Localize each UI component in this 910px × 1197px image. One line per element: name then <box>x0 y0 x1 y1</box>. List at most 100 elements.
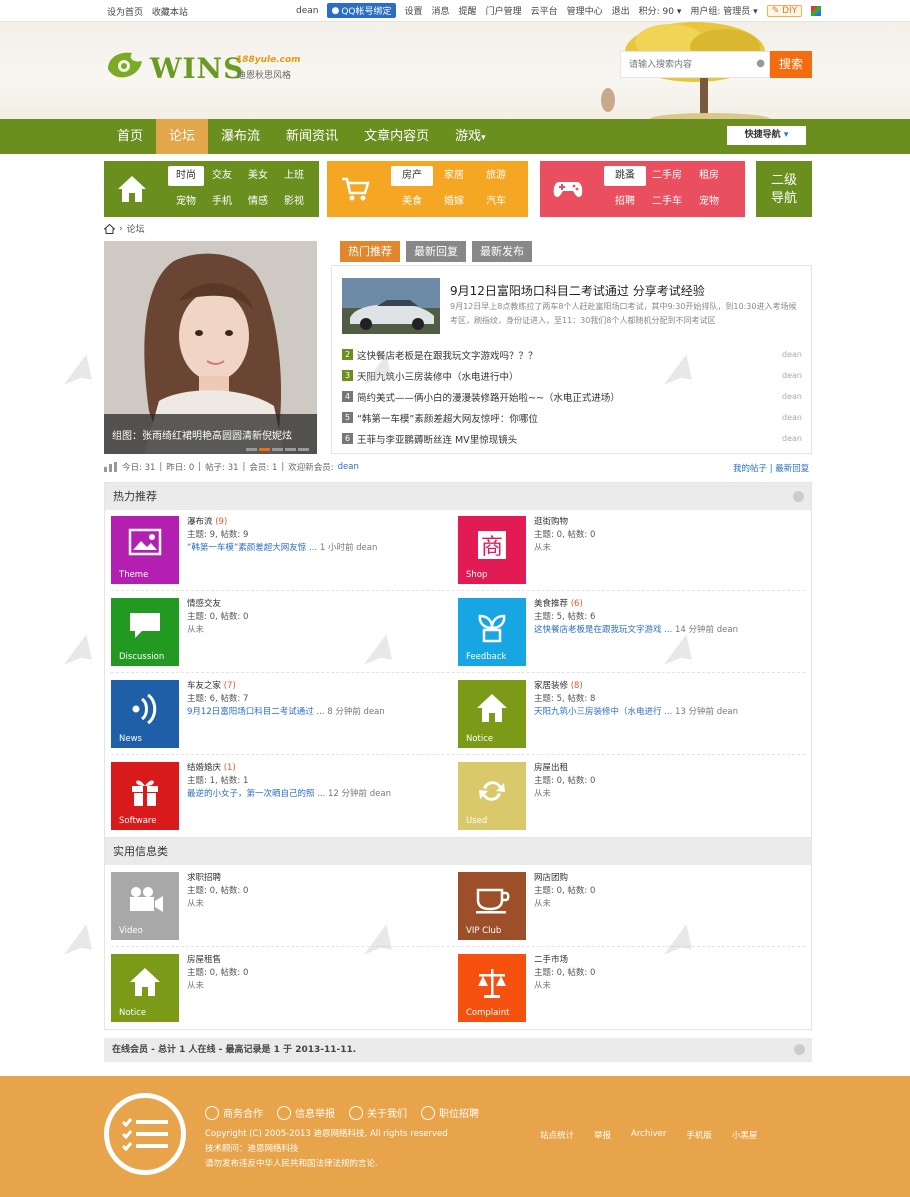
forum-icon-tile[interactable]: News <box>111 680 179 748</box>
nav-item-home[interactable]: 首页 <box>104 119 156 154</box>
slide-dot[interactable] <box>285 448 296 451</box>
list-item-title[interactable]: 简约美式——俩小白的漫漫装修路开始啦~~（水电正式进场） <box>357 390 620 404</box>
list-item[interactable]: 3 天阳九筑小三房装修中（水电进行中） dean <box>342 365 802 386</box>
list-item-author[interactable]: dean <box>782 434 802 443</box>
forum-item[interactable]: 商 Shop 逛街购物 主题: 0, 帖数: 0 从未 <box>458 516 788 584</box>
breadcrumb-current[interactable]: 论坛 <box>127 222 145 235</box>
secondary-nav-button[interactable]: 二级 导航 <box>756 161 812 217</box>
nav-item-waterfall[interactable]: 瀑布流 <box>208 119 273 154</box>
forum-name[interactable]: 求职招聘 <box>187 873 221 883</box>
forum-item[interactable]: Discussion 情感交友 主题: 0, 帖数: 0 从未 <box>111 598 441 666</box>
subnav-link-cars[interactable]: 汽车 <box>475 192 517 212</box>
footer-link-blacklist[interactable]: 小黑屋 <box>732 1129 758 1141</box>
subnav-link-beauty[interactable]: 美女 <box>240 166 276 186</box>
list-item-author[interactable]: dean <box>782 350 802 359</box>
forum-item[interactable]: Video 求职招聘 主题: 0, 帖数: 0 从未 <box>111 872 441 940</box>
forum-item[interactable]: Used 房屋出租 主题: 0, 帖数: 0 从未 <box>458 762 788 830</box>
section-title[interactable]: 实用信息类 <box>113 845 168 858</box>
forum-item[interactable]: Notice 房屋租售 主题: 0, 帖数: 0 从未 <box>111 954 441 1022</box>
search-button[interactable]: 搜索 <box>770 51 812 78</box>
my-posts-link[interactable]: 我的帖子 <box>733 464 767 474</box>
username-link[interactable]: dean <box>296 6 318 16</box>
forum-last-post-link[interactable]: 最逆的小女子，第一次晒自己的照 ... <box>187 789 325 799</box>
subnav-link-travel[interactable]: 旅游 <box>475 166 517 186</box>
tab-latest-replies[interactable]: 最新回复 <box>406 241 466 262</box>
microphone-icon[interactable]: ● <box>756 58 765 69</box>
topbar-link-logout[interactable]: 退出 <box>612 4 630 17</box>
section-title[interactable]: 热力推荐 <box>113 490 157 503</box>
usergroup-dropdown[interactable]: 用户组: 管理员 ▾ <box>690 4 757 17</box>
online-summary[interactable]: 在线会员 - 总计 1 人在线 - 最高记录是 1 于 2013-11-11. <box>112 1045 356 1055</box>
nav-item-article[interactable]: 文章内容页 <box>351 119 442 154</box>
list-item-title[interactable]: 这快餐店老板是在跟我玩文字游戏吗？？？ <box>357 348 538 362</box>
forum-name[interactable]: 结婚婚庆 <box>187 763 221 773</box>
forum-name[interactable]: 逛街购物 <box>534 517 568 527</box>
forum-name[interactable]: 房屋出租 <box>534 763 568 773</box>
subnav-link-food[interactable]: 美食 <box>391 192 433 212</box>
forum-last-post-link[interactable]: “韩第一车模”素颜差超大网友惊 ... <box>187 543 317 553</box>
subnav-link-flea[interactable]: 跳蚤 <box>604 166 646 186</box>
list-item[interactable]: 5 “韩第一车模”素颜差超大网友惊呼：你哪位 dean <box>342 407 802 428</box>
search-input[interactable] <box>621 52 751 77</box>
palette-icon[interactable] <box>811 5 822 16</box>
footer-link-about[interactable]: 关于我们 <box>349 1105 407 1120</box>
subnav-link-emotion[interactable]: 情感 <box>240 192 276 212</box>
footer-link-report-2[interactable]: 举报 <box>594 1129 611 1141</box>
forum-name[interactable]: 家居装修 <box>534 681 568 691</box>
slideshow[interactable]: 组图：张雨绮红裙明艳高圆圆清新倪妮炫 <box>104 241 317 454</box>
nav-item-news[interactable]: 新闻资讯 <box>273 119 351 154</box>
slide-dot[interactable] <box>298 448 309 451</box>
forum-icon-tile[interactable]: Video <box>111 872 179 940</box>
forum-last-post-link[interactable]: 天阳九筑小三房装修中（水电进行 ... <box>534 707 672 717</box>
subnav-link-phone[interactable]: 手机 <box>204 192 240 212</box>
subnav-link-pets[interactable]: 宠物 <box>168 192 204 212</box>
footer-link-jobs[interactable]: 职位招聘 <box>421 1105 479 1120</box>
featured-title[interactable]: 9月12日富阳场口科目二考试通过 分享考试经验 <box>450 282 705 299</box>
subnav-link-rent[interactable]: 租房 <box>688 166 730 186</box>
list-item-author[interactable]: dean <box>782 392 802 401</box>
forum-name[interactable]: 情感交友 <box>187 599 221 609</box>
forum-item[interactable]: Feedback 美食推荐 (6) 主题: 5, 帖数: 6 这快餐店老板是在跟我玩文… <box>458 598 788 666</box>
subnav-link-dating[interactable]: 交友 <box>204 166 240 186</box>
list-item-title[interactable]: “韩第一车模”素颜差超大网友惊呼：你哪位 <box>357 411 538 425</box>
forum-icon-tile[interactable]: Theme <box>111 516 179 584</box>
list-item-author[interactable]: dean <box>782 371 802 380</box>
footer-link-stats[interactable]: 站点统计 <box>540 1129 574 1141</box>
topbar-link-reminders[interactable]: 提醒 <box>459 4 477 17</box>
subnav-link-used-house[interactable]: 二手房 <box>646 166 688 186</box>
subnav-link-fashion[interactable]: 时尚 <box>168 166 204 186</box>
points-dropdown[interactable]: 积分: 90 ▾ <box>639 4 682 17</box>
featured-thumbnail[interactable] <box>342 278 440 334</box>
list-item-title[interactable]: 王菲与李亚鹏薅断丝连 MV里惊现镜头 <box>357 432 517 446</box>
collapse-icon[interactable] <box>793 491 804 502</box>
home-icon[interactable] <box>104 223 115 234</box>
forum-item[interactable]: Complaint 二手市场 主题: 0, 帖数: 0 从未 <box>458 954 788 1022</box>
topbar-link-cloud[interactable]: 云平台 <box>531 4 558 17</box>
subnav-link-wedding[interactable]: 婚嫁 <box>433 192 475 212</box>
forum-item[interactable]: Notice 家居装修 (8) 主题: 5, 帖数: 8 天阳九筑小三房装修中（水电进… <box>458 680 788 748</box>
forum-name[interactable]: 瀑布流 <box>187 517 213 527</box>
forum-name[interactable]: 网店团购 <box>534 873 568 883</box>
forum-item[interactable]: Theme 瀑布流 (9) 主题: 9, 帖数: 9 “韩第一车模”素颜差超大网友惊 … <box>111 516 441 584</box>
subnav-link-pets-2[interactable]: 宠物 <box>688 192 730 212</box>
subnav-link-realestate[interactable]: 房产 <box>391 166 433 186</box>
list-item[interactable]: 4 简约美式——俩小白的漫漫装修路开始啦~~（水电正式进场） dean <box>342 386 802 407</box>
subnav-link-work[interactable]: 上班 <box>276 166 312 186</box>
bookmark-link[interactable]: 收藏本站 <box>152 8 188 18</box>
subnav-link-home[interactable]: 家居 <box>433 166 475 186</box>
nav-item-forum[interactable]: 论坛 <box>156 119 209 154</box>
forum-name[interactable]: 车友之家 <box>187 681 221 691</box>
subnav-link-jobs[interactable]: 招聘 <box>604 192 646 212</box>
forum-name[interactable]: 二手市场 <box>534 955 568 965</box>
footer-link-archiver[interactable]: Archiver <box>631 1129 666 1141</box>
topbar-link-messages[interactable]: 消息 <box>432 4 450 17</box>
forum-item[interactable]: News 车友之家 (7) 主题: 6, 帖数: 7 9月12日富阳场口科目二考试通过… <box>111 680 441 748</box>
forum-icon-tile[interactable]: 商 Shop <box>458 516 526 584</box>
footer-link-mobile[interactable]: 手机版 <box>686 1129 712 1141</box>
topbar-link-portal-admin[interactable]: 门户管理 <box>486 4 522 17</box>
slide-dot[interactable] <box>246 448 257 451</box>
qq-bind-button[interactable]: ● QQ帐号绑定 <box>327 3 396 18</box>
tab-latest-posts[interactable]: 最新发布 <box>472 241 532 262</box>
slide-dot[interactable] <box>259 448 270 451</box>
topbar-link-settings[interactable]: 设置 <box>405 4 423 17</box>
